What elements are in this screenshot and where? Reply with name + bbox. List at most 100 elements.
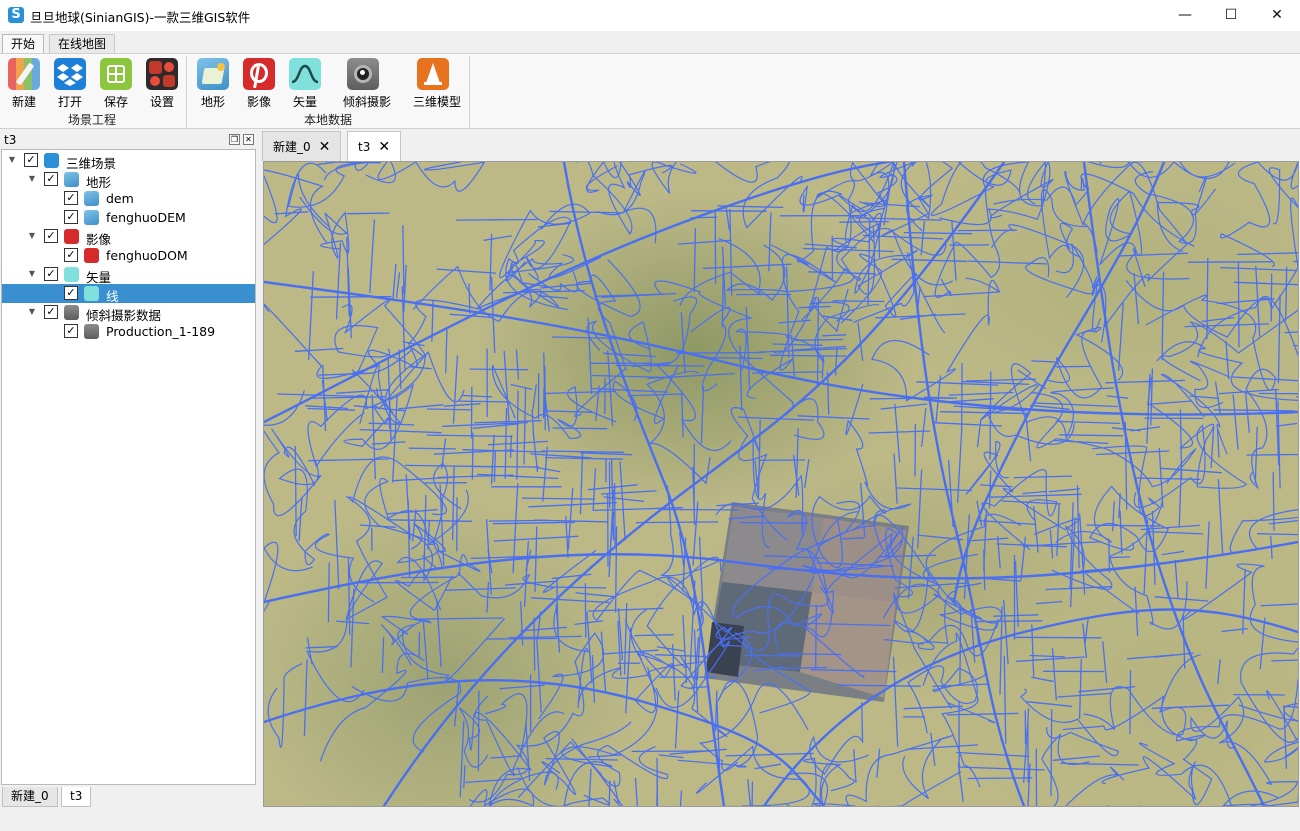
tab-online-map[interactable]: 在线地图 xyxy=(49,34,116,54)
oblique-photo-label: 倾斜摄影 xyxy=(343,95,392,109)
bottom-tab-t3[interactable]: t3 xyxy=(61,787,92,807)
layer-checkbox[interactable]: ✓ xyxy=(64,324,78,338)
oblique-camera-icon xyxy=(84,324,99,339)
save-grid-icon xyxy=(100,58,132,90)
group-label-scene-project: 场景工程 xyxy=(68,113,117,127)
close-tab-icon[interactable]: ✕ xyxy=(319,139,331,155)
tree-row[interactable]: ✓ fenghuoDOM xyxy=(2,246,255,265)
save-label: 保存 xyxy=(103,95,128,109)
doc-tab-label: t3 xyxy=(358,140,371,154)
doc-tab-new0[interactable]: 新建_0 ✕ xyxy=(262,131,342,161)
tree-row[interactable]: ✓ fenghuoDEM xyxy=(2,208,255,227)
layer-checkbox[interactable]: ✓ xyxy=(64,286,78,300)
scene-tree-panel: t3 ❐ ✕ ▼ ✓ 三维场景 ▼ ✓ 地形 ✓ dem ✓ fenghuoDEM ▼ ✓ 影像 ✓ fen… xyxy=(0,131,258,808)
vector-wave-icon xyxy=(84,286,99,301)
3d-model-label: 三维模型 xyxy=(413,95,462,109)
terrain-icon xyxy=(84,191,99,206)
tree-row[interactable]: ▼ ✓ 地形 xyxy=(2,170,255,190)
panel-bottom-tabs: 新建_0 t3 xyxy=(0,785,258,808)
settings-button[interactable]: 设置 xyxy=(142,58,182,110)
terrain-icon xyxy=(64,172,79,187)
layer-checkbox[interactable]: ✓ xyxy=(64,248,78,262)
imagery-label: 影像 xyxy=(246,95,271,109)
new-scene-label: 新建 xyxy=(11,95,36,109)
layer-checkbox[interactable]: ✓ xyxy=(64,210,78,224)
status-bar xyxy=(0,808,1300,831)
tree-row[interactable]: ✓ 线 xyxy=(2,284,255,304)
oblique-camera-icon xyxy=(347,58,379,90)
ribbon-panel: 新建 打开 保存 设置 场景工程 地形 影像 矢量 倾斜摄影 三维模型 本地数据 xyxy=(0,53,1300,129)
window-title: 旦旦地球(SinianGIS)-一款三维GIS软件 xyxy=(30,10,251,25)
tree-row[interactable]: ✓ dem xyxy=(2,189,255,208)
terrain-button[interactable]: 地形 xyxy=(193,58,233,110)
panel-title: t3 xyxy=(4,133,17,147)
new-scene-icon xyxy=(8,58,40,90)
vector-label: 矢量 xyxy=(292,95,317,109)
road-network-lines xyxy=(264,162,1298,806)
3d-model-button[interactable]: 三维模型 xyxy=(413,58,462,110)
float-panel-icon[interactable]: ❐ xyxy=(229,134,240,145)
tree-row[interactable]: ▼ ✓ 矢量 xyxy=(2,265,255,285)
vector-button[interactable]: 矢量 xyxy=(285,58,325,110)
expand-arrow-icon[interactable]: ▼ xyxy=(7,155,17,165)
oblique-photo-button[interactable]: 倾斜摄影 xyxy=(343,58,392,110)
terrain-surface[interactable] xyxy=(264,162,1298,806)
expand-arrow-icon[interactable]: ▼ xyxy=(27,174,37,184)
bottom-tab-new0[interactable]: 新建_0 xyxy=(2,787,58,807)
layer-checkbox[interactable]: ✓ xyxy=(44,229,58,243)
tree-label: fenghuoDEM xyxy=(106,210,186,225)
ribbon-tab-bar: 开始 在线地图 xyxy=(0,31,1300,55)
tree-label: Production_1-189 xyxy=(106,324,216,339)
tree-row[interactable]: ▼ ✓ 影像 xyxy=(2,227,255,247)
app-logo-icon: S xyxy=(8,7,24,23)
doc-tab-t3[interactable]: t3 ✕ xyxy=(347,131,402,161)
layer-tree: ▼ ✓ 三维场景 ▼ ✓ 地形 ✓ dem ✓ fenghuoDEM ▼ ✓ 影像 ✓ fenghuoDOM… xyxy=(1,149,256,785)
open-button[interactable]: 打开 xyxy=(50,58,90,110)
terrain-icon xyxy=(197,58,229,90)
title-bar: S 旦旦地球(SinianGIS)-一款三维GIS软件 — ☐ ✕ xyxy=(0,0,1300,31)
3d-model-cone-icon xyxy=(417,58,449,90)
settings-puzzle-icon xyxy=(146,58,178,90)
imagery-pinterest-icon xyxy=(64,229,79,244)
tree-label: fenghuoDOM xyxy=(106,248,188,263)
tree-label: dem xyxy=(106,191,134,206)
maximize-button[interactable]: ☐ xyxy=(1208,0,1254,31)
group-separator xyxy=(469,56,470,128)
tab-start[interactable]: 开始 xyxy=(2,34,45,55)
settings-label: 设置 xyxy=(149,95,174,109)
terrain-label: 地形 xyxy=(200,95,225,109)
panel-header: t3 ❐ ✕ xyxy=(0,131,258,149)
layer-checkbox[interactable]: ✓ xyxy=(44,267,58,281)
expand-arrow-icon[interactable]: ▼ xyxy=(27,231,37,241)
close-tab-icon[interactable]: ✕ xyxy=(378,139,390,155)
orthophoto-image xyxy=(704,502,909,702)
tree-row[interactable]: ▼ ✓ 三维场景 xyxy=(2,151,255,171)
layer-checkbox[interactable]: ✓ xyxy=(44,172,58,186)
save-button[interactable]: 保存 xyxy=(96,58,136,110)
vector-wave-icon xyxy=(289,58,321,90)
group-label-local-data: 本地数据 xyxy=(304,113,353,127)
expand-arrow-icon[interactable]: ▼ xyxy=(27,269,37,279)
map-viewport[interactable] xyxy=(263,161,1299,807)
group-separator xyxy=(186,56,187,128)
oblique-camera-icon xyxy=(64,305,79,320)
layer-checkbox[interactable]: ✓ xyxy=(24,153,38,167)
close-panel-icon[interactable]: ✕ xyxy=(243,134,254,145)
tree-row[interactable]: ✓ Production_1-189 xyxy=(2,322,255,341)
map-overlay xyxy=(264,162,1298,806)
expand-arrow-icon[interactable]: ▼ xyxy=(27,307,37,317)
scene-s-icon xyxy=(44,153,59,168)
tree-row[interactable]: ▼ ✓ 倾斜摄影数据 xyxy=(2,303,255,323)
close-button[interactable]: ✕ xyxy=(1254,0,1300,31)
doc-tab-label: 新建_0 xyxy=(273,140,311,154)
imagery-pinterest-icon xyxy=(243,58,275,90)
imagery-pinterest-icon xyxy=(84,248,99,263)
open-label: 打开 xyxy=(57,95,82,109)
open-dropbox-icon xyxy=(54,58,86,90)
minimize-button[interactable]: — xyxy=(1162,0,1208,31)
new-scene-button[interactable]: 新建 xyxy=(4,58,44,110)
layer-checkbox[interactable]: ✓ xyxy=(64,191,78,205)
imagery-button[interactable]: 影像 xyxy=(239,58,279,110)
layer-checkbox[interactable]: ✓ xyxy=(44,305,58,319)
vector-wave-icon xyxy=(64,267,79,282)
